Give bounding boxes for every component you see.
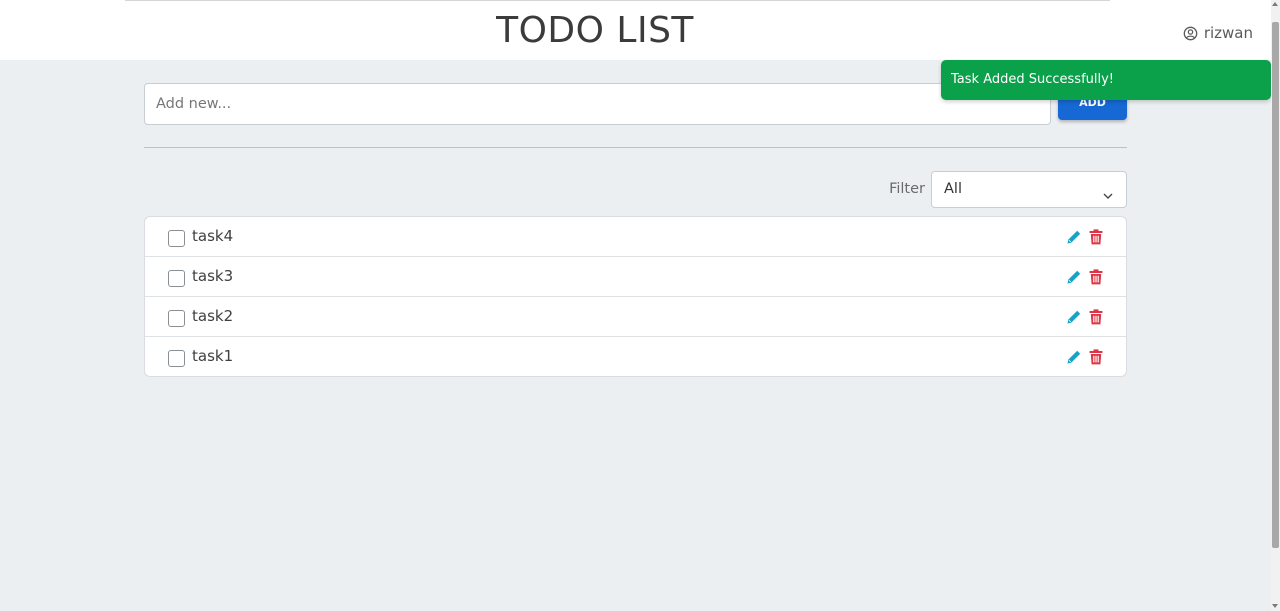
task-checkbox[interactable] [168, 230, 185, 247]
user-circle-icon [1183, 26, 1198, 41]
top-strip [0, 0, 1271, 8]
trash-icon[interactable] [1088, 228, 1104, 246]
add-task-input[interactable] [144, 83, 1051, 125]
pencil-icon[interactable] [1065, 268, 1083, 286]
task-checkbox[interactable] [168, 350, 185, 367]
task-row: task1 [145, 337, 1126, 376]
pencil-icon[interactable] [1065, 308, 1083, 326]
task-row: task3 [145, 257, 1126, 297]
username: rizwan [1203, 24, 1253, 42]
top-strip-divider [125, 0, 1110, 1]
header: TODO LIST rizwan [0, 8, 1271, 60]
task-row: task4 [145, 217, 1126, 257]
divider [144, 147, 1127, 148]
scrollbar-thumb[interactable] [1272, 22, 1279, 548]
scroll-down-arrow-icon[interactable] [1272, 604, 1278, 608]
task-label: task1 [192, 347, 234, 365]
task-row: task2 [145, 297, 1126, 337]
task-label: task4 [192, 227, 234, 245]
task-list: task4 task3 task2 task1 [144, 216, 1127, 377]
task-checkbox[interactable] [168, 310, 185, 327]
task-label: task2 [192, 307, 234, 325]
pencil-icon[interactable] [1065, 348, 1083, 366]
trash-icon[interactable] [1088, 348, 1104, 366]
scrollbar[interactable] [1271, 0, 1280, 611]
scroll-up-arrow-icon[interactable] [1272, 2, 1278, 6]
filter-select[interactable]: All [931, 171, 1127, 208]
filter-selected-value: All [944, 181, 962, 197]
success-toast[interactable]: Task Added Successfully! [941, 60, 1271, 100]
user-menu[interactable]: rizwan [1183, 22, 1253, 44]
chevron-down-icon [1103, 185, 1113, 204]
page-title: TODO LIST [496, 10, 694, 51]
trash-icon[interactable] [1088, 308, 1104, 326]
filter-label: Filter [889, 181, 925, 197]
page: TODO LIST rizwan ADD Filter All task4 [0, 0, 1280, 611]
trash-icon[interactable] [1088, 268, 1104, 286]
task-label: task3 [192, 267, 234, 285]
task-checkbox[interactable] [168, 270, 185, 287]
pencil-icon[interactable] [1065, 228, 1083, 246]
